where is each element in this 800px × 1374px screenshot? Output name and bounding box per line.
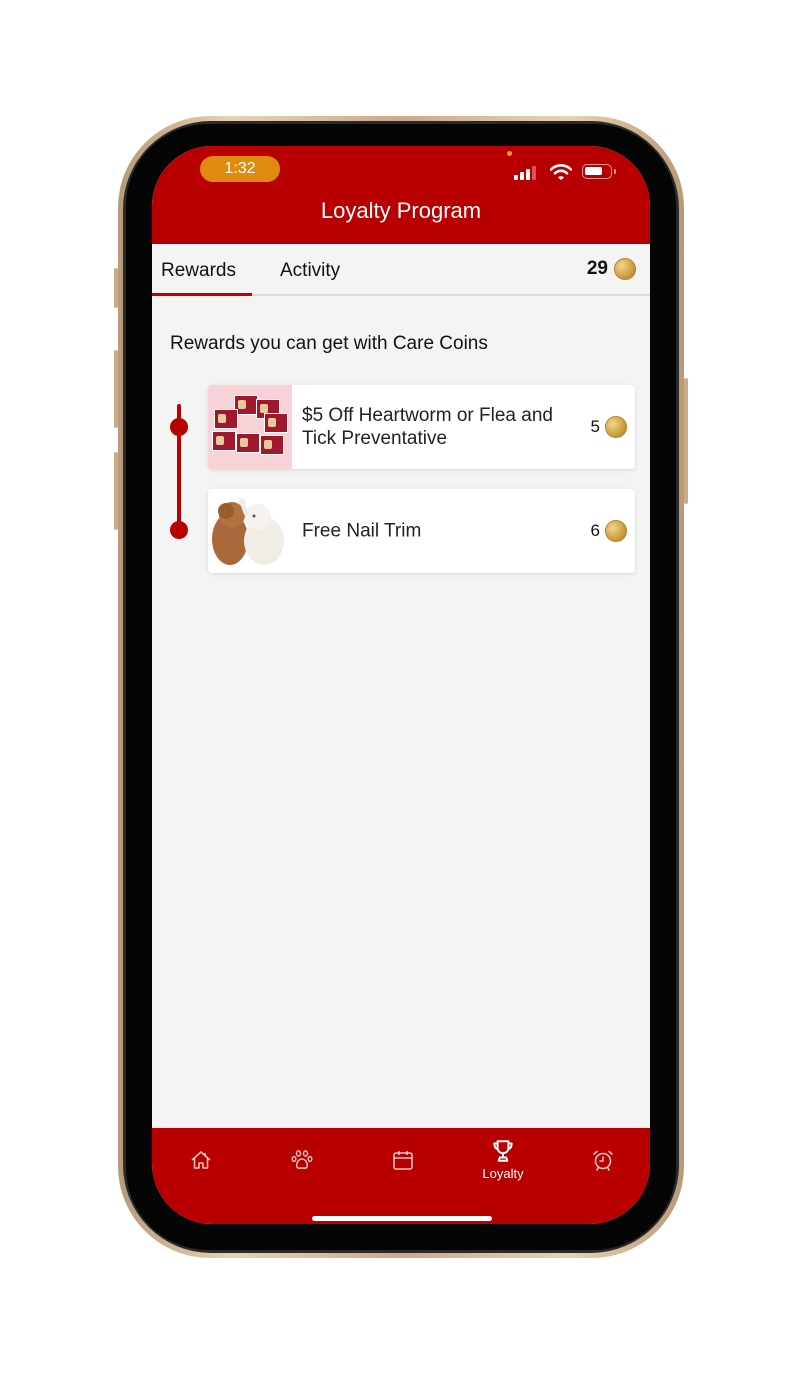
nav-home[interactable] — [171, 1148, 231, 1172]
reward-cost-value: 5 — [590, 417, 600, 436]
battery-icon — [582, 164, 616, 179]
tab-bar: Rewards Activity 29 — [152, 244, 650, 296]
page-title: Loyalty Program — [320, 198, 482, 223]
tab-rewards[interactable]: Rewards — [161, 260, 236, 282]
reward-cost-value: 6 — [590, 521, 600, 540]
bottom-navigation: Loyalty — [152, 1128, 650, 1224]
side-button-silent — [114, 268, 118, 308]
reward-image-puppy-kitten — [208, 489, 292, 573]
side-button-volume-down — [114, 452, 118, 530]
nav-reminders[interactable] — [573, 1148, 633, 1172]
home-indicator[interactable] — [312, 1216, 492, 1221]
reward-image-flea-tick-products — [208, 385, 292, 469]
timeline-dot — [170, 521, 188, 539]
status-time: 1:32 — [200, 156, 280, 182]
nav-loyalty-label: Loyalty — [482, 1166, 524, 1181]
reward-cost: 5 — [591, 416, 627, 438]
reward-title: Free Nail Trim — [302, 520, 422, 542]
section-title: Rewards you can get with Care Coins — [170, 333, 488, 354]
side-button-power — [684, 378, 688, 504]
nav-loyalty[interactable]: Loyalty — [473, 1138, 533, 1181]
trophy-icon — [493, 1140, 513, 1162]
reward-cost: 6 — [591, 520, 627, 542]
timeline-dot — [170, 418, 188, 436]
side-button-volume-up — [114, 350, 118, 428]
reward-title: $5 Off Heartworm or Flea and Tick Preven… — [302, 405, 553, 449]
home-icon — [191, 1151, 211, 1169]
app-header: 1:32 Loyalty Program — [152, 146, 650, 244]
alarm-clock-icon — [593, 1150, 613, 1171]
calendar-icon — [393, 1151, 413, 1170]
coin-icon — [605, 520, 627, 542]
coin-balance-value: 29 — [586, 258, 608, 279]
nav-appointments[interactable] — [373, 1148, 433, 1172]
reward-card[interactable]: $5 Off Heartworm or Flea and Tick Preven… — [208, 385, 635, 469]
tab-activity[interactable]: Activity — [280, 260, 340, 282]
reward-card[interactable]: Free Nail Trim 6 — [208, 489, 635, 573]
app-screen: 1:32 Loyalty Program Rewards Activity 29… — [152, 146, 650, 1224]
paw-icon — [291, 1150, 313, 1169]
cellular-signal-icon — [514, 166, 540, 180]
coin-balance: 29 — [587, 258, 636, 280]
coin-icon — [614, 258, 636, 280]
coin-icon — [605, 416, 627, 438]
privacy-indicator-dot — [507, 151, 512, 156]
nav-pets[interactable] — [272, 1148, 332, 1172]
active-tab-indicator — [152, 293, 252, 296]
wifi-icon — [550, 164, 572, 180]
